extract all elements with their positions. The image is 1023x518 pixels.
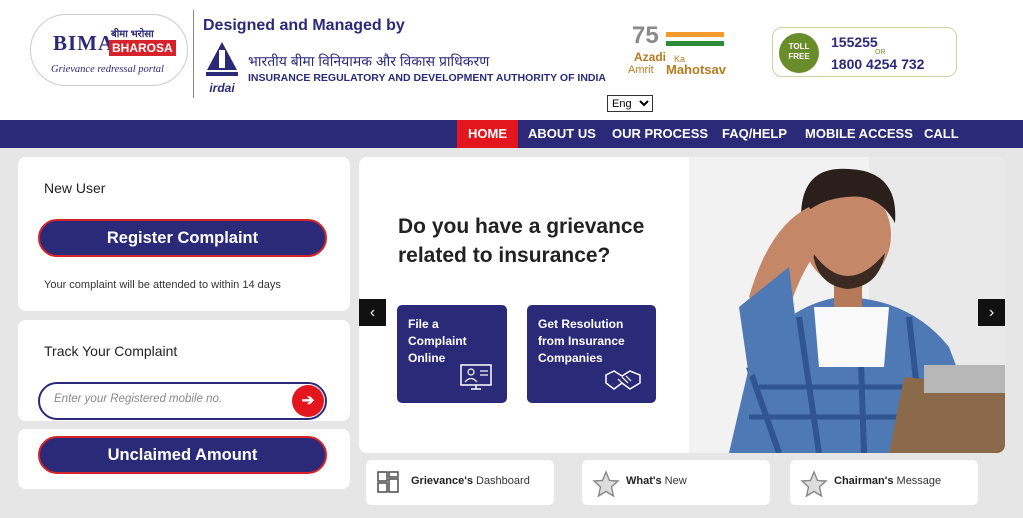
dashboard-link-bold: Grievance's [411,475,473,487]
logo-hindi-text: बीमा भरोसा [111,29,154,40]
dashboard-link-rest: Dashboard [472,475,530,487]
get-resolution-label: Get Resolution from Insurance Companies [538,317,625,365]
track-complaint-panel: Track Your Complaint ➔ [18,320,350,421]
nav-our-process[interactable]: OUR PROCESS [601,120,719,148]
toll-free-box[interactable]: TOLL FREE 155255 OR 1800 4254 732 [772,27,957,77]
star-icon [800,470,828,498]
stressed-man-illustration [689,157,1005,453]
toll-free-number-1[interactable]: 155255 [831,34,878,50]
unclaimed-amount-button[interactable]: Unclaimed Amount [38,436,327,474]
irdai-hindi-name: भारतीय बीमा विनियामक और विकास प्राधिकरण [248,53,490,69]
nav-home[interactable]: HOME [457,120,518,148]
chairmans-message-bold: Chairman's [834,475,894,487]
amrit-75: 75 [632,22,659,49]
chairmans-message-rest: Message [893,475,942,487]
azadi-ka-amrit-mahotsav-logo: 75 Azadi Ka Amrit Mahotsav [626,22,750,82]
carousel-next-button[interactable]: › [978,299,1005,326]
main-nav: HOME ABOUT US OUR PROCESS FAQ/HELP MOBIL… [0,120,1023,169]
irdai-emblem-icon: irdai [206,42,238,95]
new-user-title: New User [44,180,106,196]
hero-banner: Do you have a grievance related to insur… [359,157,1005,453]
logo-bima-text: BIMA [53,31,115,55]
whats-new-link[interactable]: What's New [582,460,770,505]
mobile-number-input[interactable] [54,393,279,405]
file-complaint-label: File a Complaint Online [408,317,467,365]
toll-free-or: OR [875,49,886,56]
header-divider [193,10,194,98]
unclaimed-panel: Unclaimed Amount [18,429,350,489]
mobile-number-field: ➔ [38,382,327,420]
new-user-panel: New User Register Complaint Your complai… [18,157,350,311]
amrit-azadi: Azadi [634,50,667,64]
hero-title: Do you have a grievance related to insur… [398,215,645,267]
phone-icon: TOLL FREE [779,33,819,73]
star-icon [592,470,620,498]
nav-faq-help[interactable]: FAQ/HELP [711,120,798,148]
toll-free-number-2[interactable]: 1800 4254 732 [831,56,924,72]
irdai-english-name: INSURANCE REGULATORY AND DEVELOPMENT AUT… [248,72,606,84]
complaint-timeline-note: Your complaint will be attended to withi… [44,279,281,291]
computer-complaint-icon [460,364,492,390]
whats-new-bold: What's [626,475,662,487]
track-submit-button[interactable]: ➔ [292,385,324,417]
amrit-mahotsav: Mahotsav [666,62,726,77]
track-complaint-title: Track Your Complaint [44,343,178,359]
toll-free-label: TOLL FREE [788,42,810,61]
dashboard-icon [377,471,399,493]
nav-mobile-access[interactable]: MOBILE ACCESS [794,120,924,148]
get-resolution-card[interactable]: Get Resolution from Insurance Companies [527,305,656,403]
logo-tagline: Grievance redressal portal [51,64,164,75]
register-complaint-button[interactable]: Register Complaint [38,219,327,257]
bima-bharosa-logo[interactable]: BIMA बीमा भरोसा BHAROSA Grievance redres… [30,14,188,86]
handshake-icon [605,370,641,390]
whats-new-rest: New [661,475,687,487]
header: BIMA बीमा भरोसा BHAROSA Grievance redres… [0,0,1023,120]
logo-bharosa-text: BHAROSA [109,40,176,56]
nav-about-us[interactable]: ABOUT US [517,120,607,148]
chairmans-message-link[interactable]: Chairman's Message [790,460,978,505]
flag-icon [666,32,724,47]
carousel-prev-button[interactable]: ‹ [359,299,386,326]
language-select[interactable]: Eng [607,95,653,112]
file-complaint-card[interactable]: File a Complaint Online [397,305,507,403]
grievance-dashboard-link[interactable]: Grievance's Dashboard [366,460,554,505]
irdai-logo-text: irdai [209,81,235,95]
amrit-amrit: Amrit [628,64,654,76]
nav-call-center[interactable]: CALL CENTER [913,120,1023,169]
designed-by-text: Designed and Managed by [203,17,405,34]
